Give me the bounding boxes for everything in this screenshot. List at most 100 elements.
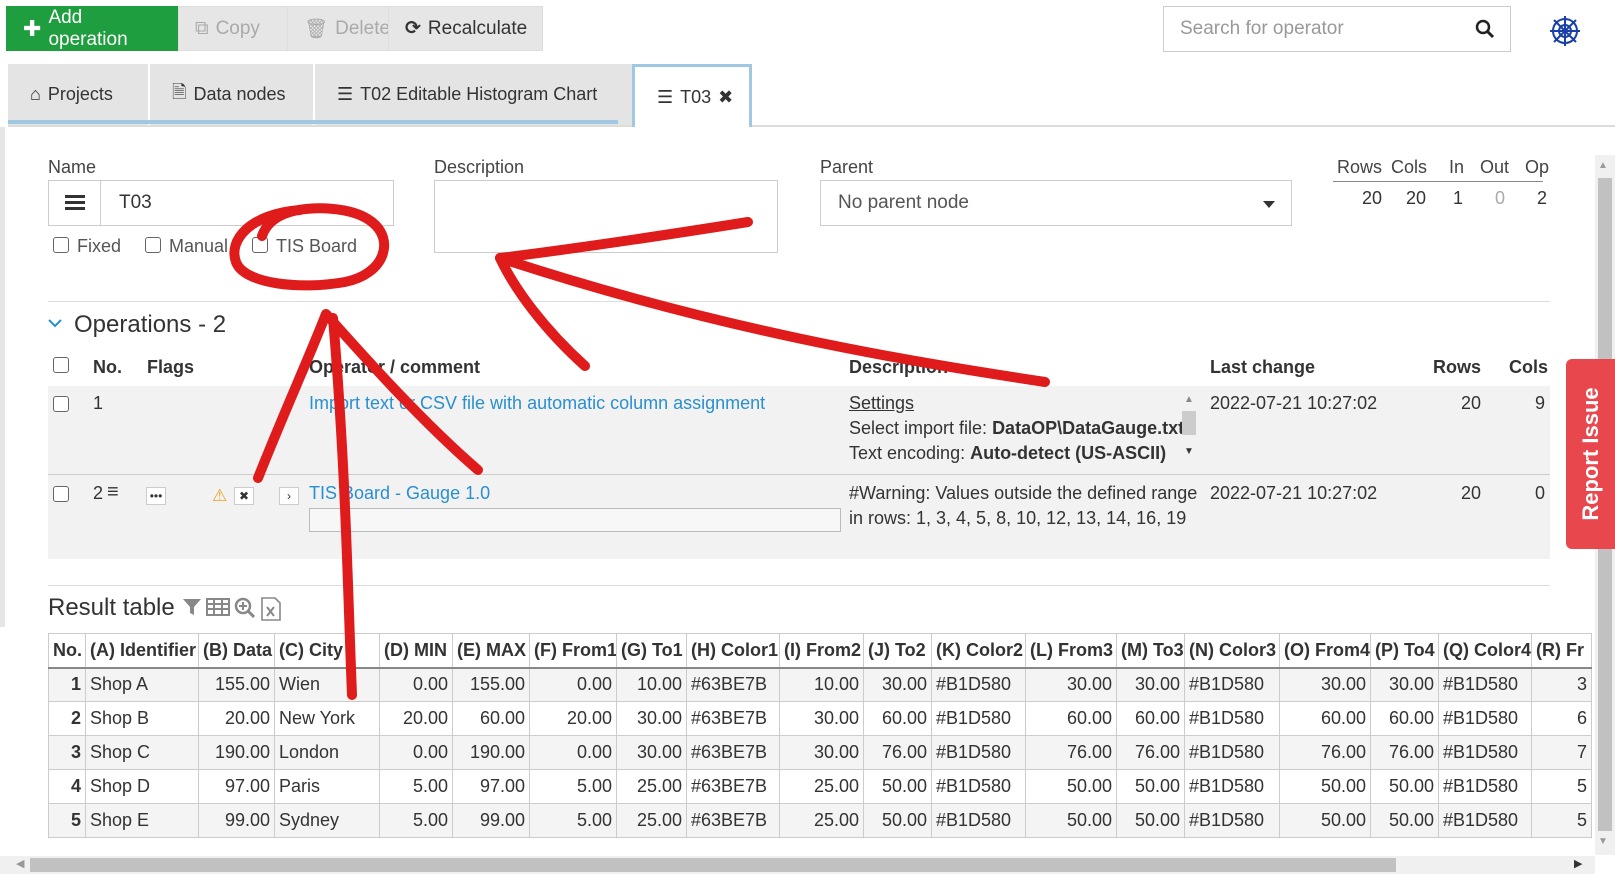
row-number[interactable]: 3	[48, 735, 86, 770]
row-checkbox[interactable]	[53, 486, 69, 502]
table-cell[interactable]: 50.00	[1116, 769, 1185, 804]
settings-link[interactable]: Settings	[849, 393, 914, 414]
table-cell[interactable]: #B1D580	[1438, 735, 1532, 770]
table-cell[interactable]: Sydney	[274, 803, 380, 838]
name-field[interactable]: T03	[48, 180, 394, 226]
table-cell[interactable]: 30.00	[1116, 667, 1185, 702]
column-header[interactable]: (J) To2	[863, 633, 932, 669]
fixed-checkbox[interactable]	[53, 237, 69, 253]
table-cell[interactable]: #B1D580	[1184, 667, 1280, 702]
table-cell[interactable]: 50.00	[1370, 769, 1439, 804]
table-cell[interactable]: 50.00	[1025, 803, 1117, 838]
table-cell[interactable]: 76.00	[1279, 735, 1371, 770]
table-cell[interactable]: 50.00	[1025, 769, 1117, 804]
table-cell[interactable]: 60.00	[863, 701, 932, 736]
table-cell[interactable]: 50.00	[863, 769, 932, 804]
table-cell[interactable]: #B1D580	[931, 803, 1026, 838]
close-icon[interactable]: ✖	[718, 87, 733, 108]
column-header[interactable]: (B) Data	[198, 633, 275, 669]
table-cell[interactable]: Paris	[274, 769, 380, 804]
description-field[interactable]	[434, 180, 778, 253]
table-cell[interactable]: 76.00	[1025, 735, 1117, 770]
table-cell[interactable]: 0.00	[379, 667, 453, 702]
table-cell[interactable]: #B1D580	[1184, 769, 1280, 804]
app-logo-icon[interactable]	[1548, 14, 1582, 48]
operation-row[interactable]: 1 Import text or CSV file with automatic…	[48, 386, 1550, 474]
table-cell[interactable]: #63BE7B	[686, 735, 780, 770]
table-cell[interactable]: 5.00	[529, 803, 617, 838]
column-header[interactable]: No.	[48, 633, 86, 669]
column-header[interactable]: (H) Color1	[686, 633, 780, 669]
table-cell[interactable]: 155.00	[452, 667, 530, 702]
table-cell[interactable]: 30.00	[616, 735, 687, 770]
table-cell[interactable]: 0.00	[379, 735, 453, 770]
search-button[interactable]	[1459, 6, 1511, 52]
horizontal-scroll-thumb[interactable]	[30, 858, 1396, 872]
table-cell[interactable]: 155.00	[198, 667, 275, 702]
table-cell[interactable]: #B1D580	[931, 701, 1026, 736]
operation-link[interactable]: Import text or CSV file with automatic c…	[309, 393, 765, 414]
zoom-icon[interactable]	[234, 597, 256, 619]
table-row[interactable]: 2 Shop B 20.00 New York 20.00 60.00 20.00 30.00…	[48, 701, 1592, 736]
tab-t02[interactable]: ☰ T02 Editable Histogram Chart	[314, 64, 632, 125]
column-header[interactable]: (L) From3	[1025, 633, 1117, 669]
table-cell[interactable]: 0.00	[529, 735, 617, 770]
add-operation-button[interactable]: ✚ Add operation	[6, 6, 179, 51]
row-number[interactable]: 5	[48, 803, 86, 838]
row-number[interactable]: 1	[48, 667, 86, 702]
column-header[interactable]: (P) To4	[1370, 633, 1439, 669]
table-cell[interactable]: 30.00	[779, 701, 864, 736]
select-all-checkbox[interactable]	[53, 357, 69, 373]
scroll-down-icon[interactable]: ▼	[1598, 836, 1608, 847]
table-cell[interactable]: #63BE7B	[686, 667, 780, 702]
parent-select[interactable]: No parent node	[820, 180, 1292, 226]
table-cell[interactable]: 50.00	[1116, 803, 1185, 838]
tab-projects[interactable]: ⌂ Projects	[8, 64, 148, 125]
column-header[interactable]: (E) MAX	[452, 633, 530, 669]
table-cell[interactable]: 25.00	[616, 769, 687, 804]
table-cell[interactable]: #B1D580	[1184, 735, 1280, 770]
column-header[interactable]: (N) Color3	[1184, 633, 1280, 669]
table-cell[interactable]: Shop A	[85, 667, 199, 702]
table-cell[interactable]: Shop C	[85, 735, 199, 770]
table-cell[interactable]: 25.00	[779, 803, 864, 838]
table-cell[interactable]: 30.00	[1279, 667, 1371, 702]
table-cell[interactable]: 10.00	[779, 667, 864, 702]
table-cell[interactable]: 20.00	[198, 701, 275, 736]
table-cell[interactable]: 20.00	[529, 701, 617, 736]
excel-icon[interactable]	[260, 597, 282, 621]
copy-button[interactable]: ⧉ Copy	[178, 6, 288, 51]
table-cell[interactable]: 5.00	[379, 769, 453, 804]
table-cell[interactable]: 30.00	[779, 735, 864, 770]
filter-icon[interactable]	[182, 597, 202, 617]
report-issue-button[interactable]: Report Issue	[1566, 359, 1615, 549]
table-cell[interactable]: Shop D	[85, 769, 199, 804]
table-cell[interactable]: #63BE7B	[686, 769, 780, 804]
table-cell[interactable]: 30.00	[616, 701, 687, 736]
table-cell[interactable]: New York	[274, 701, 380, 736]
table-cell[interactable]: #63BE7B	[686, 803, 780, 838]
table-row[interactable]: 5 Shop E 99.00 Sydney 5.00 99.00 5.00 25.00 #63B…	[48, 803, 1592, 838]
table-cell[interactable]: 60.00	[1370, 701, 1439, 736]
table-cell[interactable]: 6	[1531, 701, 1592, 736]
table-row[interactable]: 1 Shop A 155.00 Wien 0.00 155.00 0.00 10.00 #63B…	[48, 667, 1592, 702]
column-header[interactable]: (I) From2	[779, 633, 864, 669]
recalculate-button[interactable]: ⟳ Recalculate	[388, 6, 543, 51]
drag-handle-icon[interactable]: ≡	[107, 481, 119, 504]
table-cell[interactable]: Shop B	[85, 701, 199, 736]
tab-t03[interactable]: ☰ T03 ✖	[632, 64, 752, 127]
column-header[interactable]: (K) Color2	[931, 633, 1026, 669]
tab-data-nodes[interactable]: 🗎 Data nodes	[149, 64, 313, 125]
table-cell[interactable]: 99.00	[198, 803, 275, 838]
table-cell[interactable]: 60.00	[1025, 701, 1117, 736]
description-scrollbar[interactable]: ▲ ▼	[1182, 394, 1196, 464]
table-cell[interactable]: #63BE7B	[686, 701, 780, 736]
column-header[interactable]: (Q) Color4	[1438, 633, 1532, 669]
grid-icon[interactable]	[206, 597, 230, 617]
table-cell[interactable]: 30.00	[1025, 667, 1117, 702]
delete-button[interactable]: 🗑 Delete	[287, 6, 390, 51]
table-cell[interactable]: London	[274, 735, 380, 770]
table-cell[interactable]: 10.00	[616, 667, 687, 702]
column-header[interactable]: (C) City	[274, 633, 380, 669]
column-header[interactable]: (A) Identifier	[85, 633, 199, 669]
